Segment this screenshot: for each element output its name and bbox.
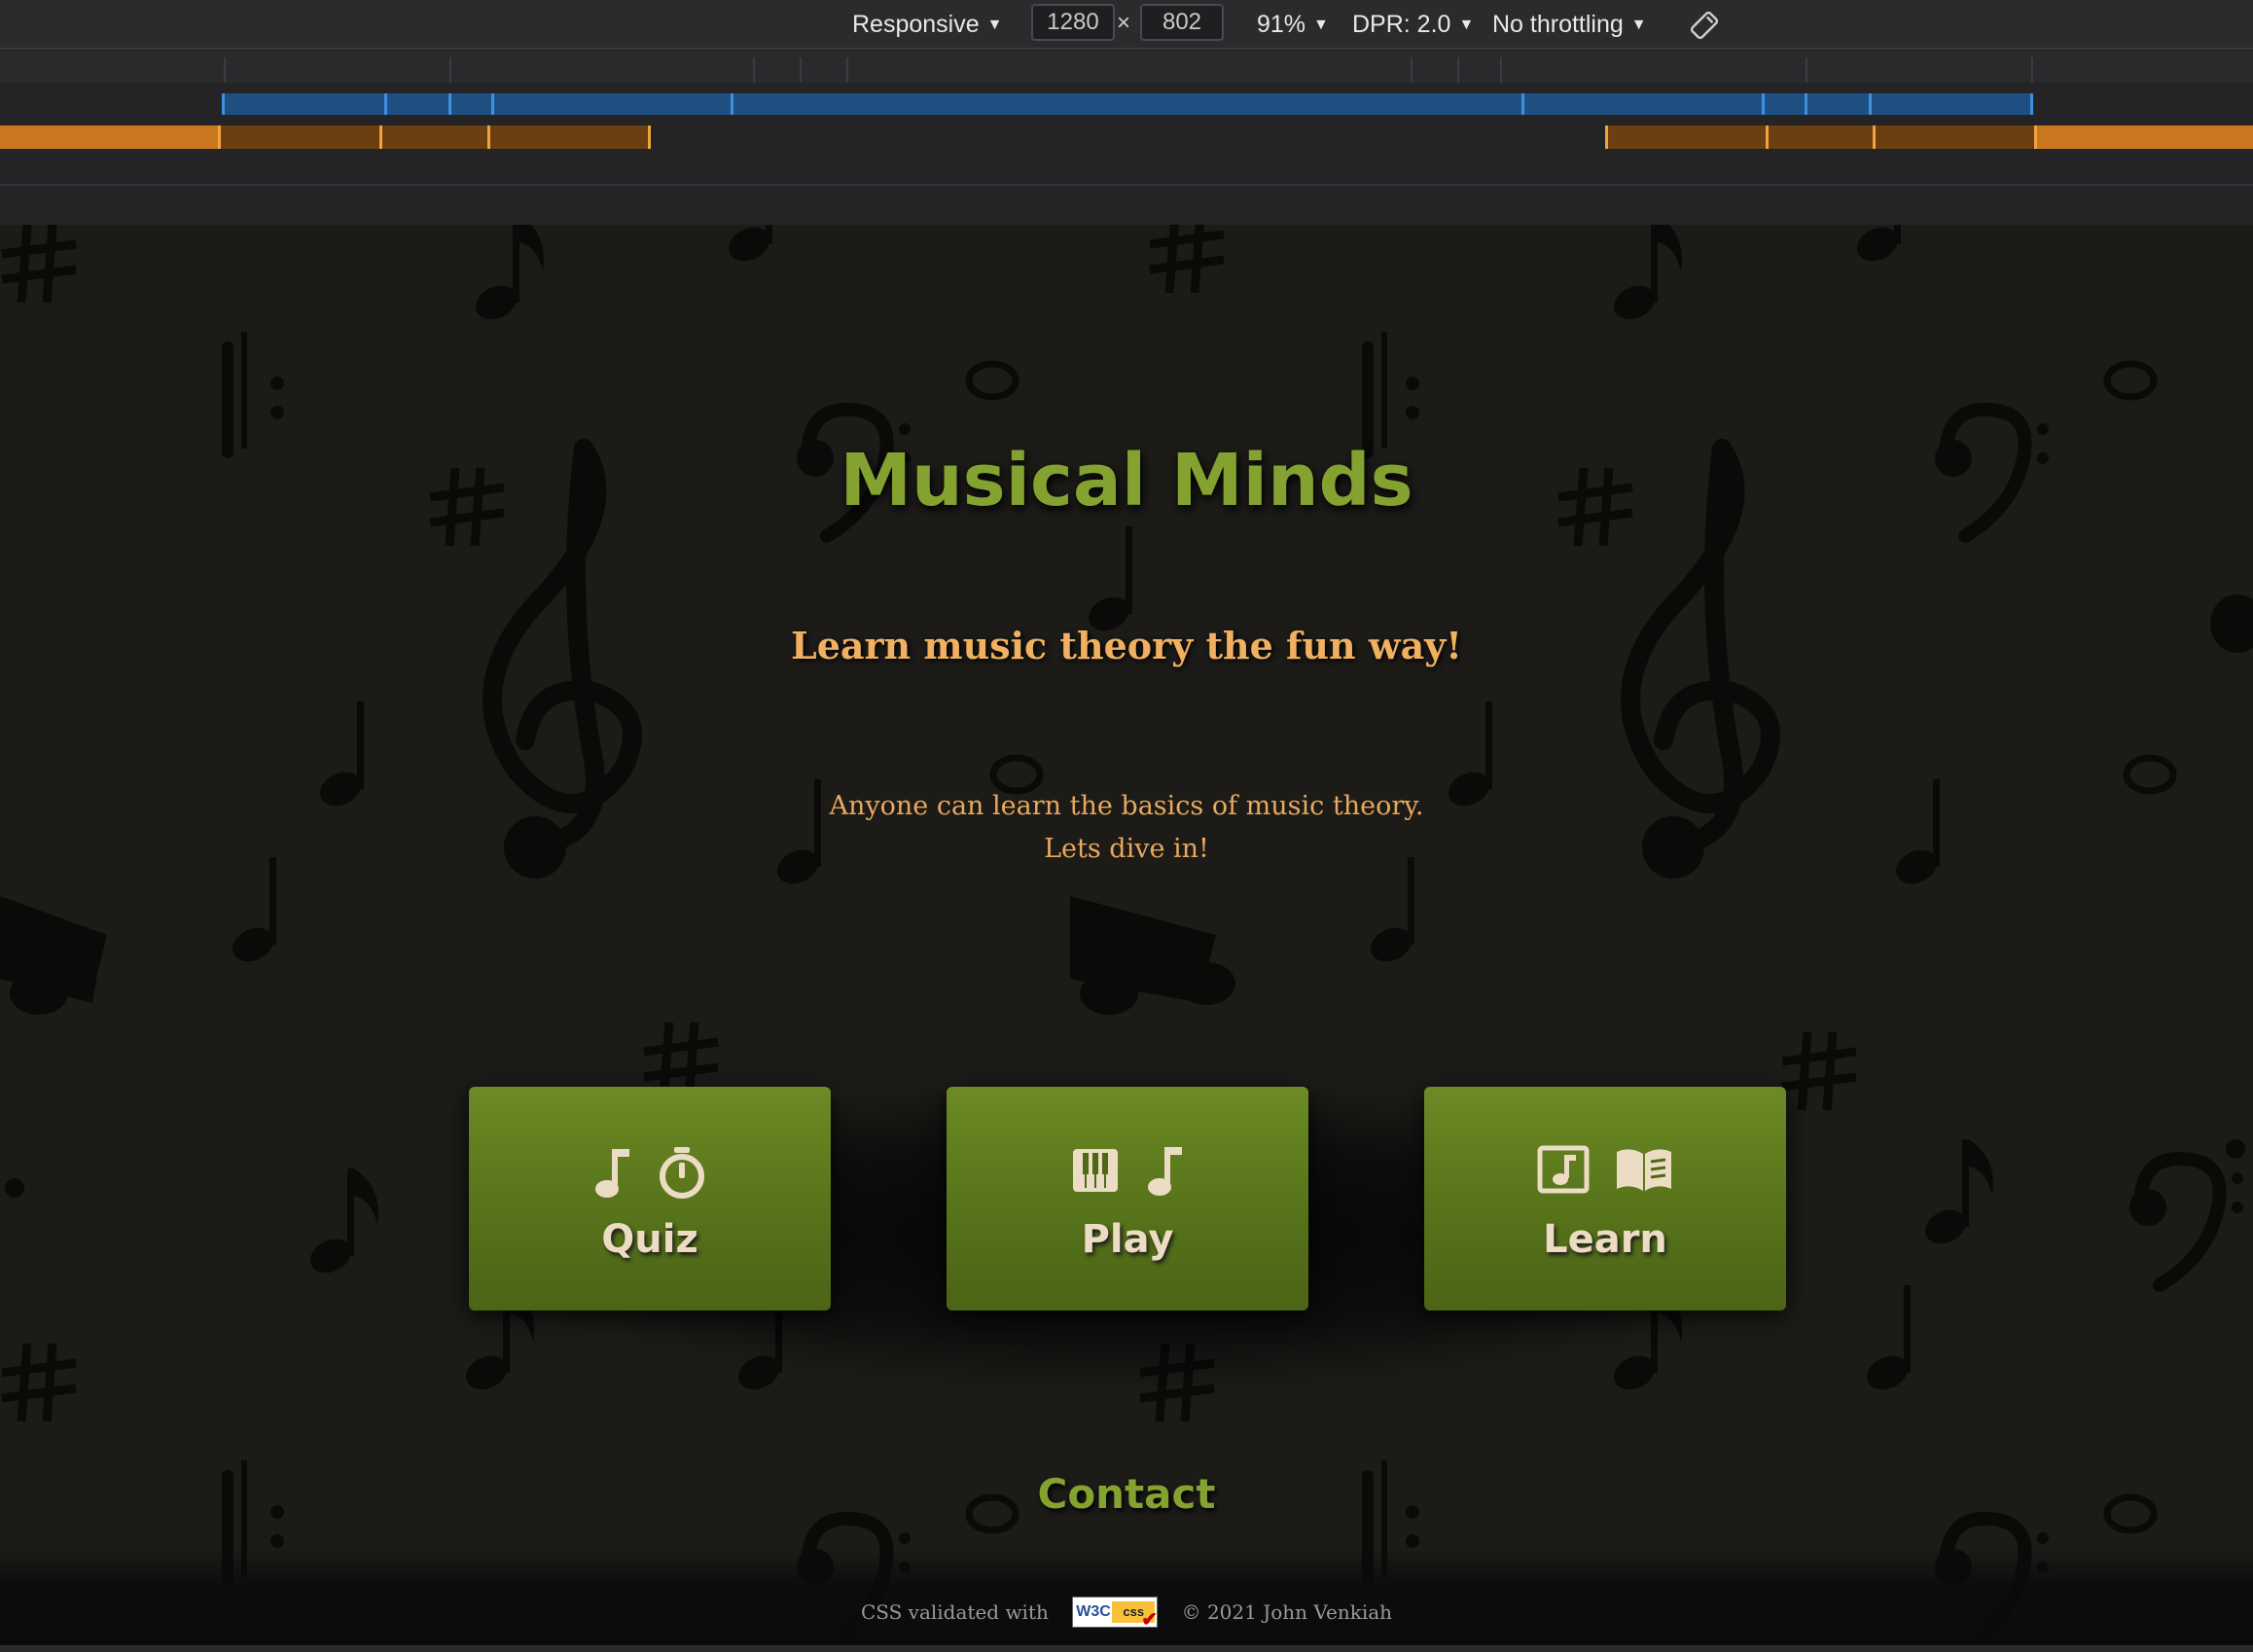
ruler-tick [2034,126,2037,149]
ruler-tick [1873,126,1876,149]
w3c-label: W3C [1076,1603,1111,1620]
ruler-segment [846,57,848,83]
ruler-tick [1805,93,1807,115]
ruler-segment [449,57,451,83]
learn-label: Learn [1543,1217,1667,1262]
book-open-icon [1616,1149,1671,1191]
play-button[interactable]: Play [947,1087,1308,1311]
zoom-label: 91% [1257,11,1306,38]
play-icons [947,1145,1308,1196]
page-viewport: Musical Minds Learn music theory the fun… [0,225,2253,1645]
learn-icons [1424,1145,1786,1194]
chevron-down-icon: ▼ [1458,17,1475,33]
chevron-down-icon: ▼ [986,17,1003,33]
quiz-icons [469,1145,831,1200]
music-note-icon [1147,1147,1182,1196]
ruler-tick [491,93,494,115]
throttling-dropdown[interactable]: No throttling ▼ [1492,8,1647,41]
ruler-segment [1500,57,1502,83]
tagline: Learn music theory the fun way! [791,624,1462,667]
ruler-tick [2030,93,2033,115]
ruler-tick [448,93,451,115]
intro-line-2: Lets dive in! [1044,834,1209,864]
ruler-tick [1605,126,1608,149]
min-width-query-bar[interactable] [220,126,650,149]
quiz-label: Quiz [601,1217,698,1262]
min-width-query-bar[interactable] [2035,126,2253,149]
ruler-tick [379,126,382,149]
chevron-down-icon: ▼ [1630,17,1647,33]
device-mode-dropdown[interactable]: Responsive ▼ [852,8,1002,41]
ruler-tick [218,126,221,149]
media-query-ruler [0,52,2253,225]
ruler-tick [1869,93,1872,115]
ruler-tick [487,126,490,149]
music-note-icon [595,1149,630,1198]
quiz-button[interactable]: Quiz [469,1087,831,1311]
ruler-tick [731,93,733,115]
piano-keys-icon [1073,1149,1119,1192]
bottom-strip [0,1645,2253,1652]
height-input[interactable]: 802 [1140,4,1224,41]
ruler-segment [753,57,755,83]
ruler-divider [0,184,2253,186]
ruler-segment [1457,57,1459,83]
copyright-text: © 2021 John Venkiah [1181,1600,1393,1624]
ruler-tick [384,93,387,115]
device-mode-label: Responsive [852,11,980,38]
ruler-segment [224,57,226,83]
stopwatch-icon [659,1147,704,1199]
music-notes-background [0,225,2253,1645]
device-toolbar: Responsive ▼ 1280 × 802 91% ▼ DPR: 2.0 ▼ No… [0,0,2253,50]
throttling-label: No throttling [1492,11,1624,38]
play-label: Play [1081,1217,1174,1262]
footer-text: CSS validated with W3C css ✔ © 2021 John… [0,1597,2253,1631]
chevron-down-icon: ▼ [1313,17,1329,33]
min-width-query-bar[interactable] [1605,126,2035,149]
min-width-query-bar[interactable] [0,126,220,149]
ruler-tick [1766,126,1769,149]
ruler-segment [2031,57,2033,83]
learn-button[interactable]: Learn [1424,1087,1786,1311]
dpr-label: DPR: 2.0 [1352,11,1451,38]
intro-text: Anyone can learn the basics of music the… [0,785,2253,871]
rotate-icon[interactable] [1689,10,1720,43]
width-input[interactable]: 1280 [1031,4,1115,41]
checkmark-icon: ✔ [1141,1609,1158,1631]
intro-line-1: Anyone can learn the basics of music the… [829,791,1424,821]
music-score-icon [1537,1145,1590,1194]
ruler-segment [1411,57,1413,83]
zoom-dropdown[interactable]: 91% ▼ [1257,8,1329,41]
css-validated-text: CSS validated with [860,1600,1049,1624]
ruler-tick [1762,93,1765,115]
ruler-segment [1806,57,1807,83]
contact-link[interactable]: Contact [0,1470,2253,1518]
ruler-tick [648,126,651,149]
ruler-tick [222,93,225,115]
site-title: Musical Minds [840,439,1413,522]
dimension-separator: × [1117,10,1131,36]
ruler-segment [800,57,802,83]
w3c-css-badge[interactable]: W3C css ✔ [1072,1597,1159,1631]
ruler-track [0,52,2253,83]
ruler-tick [1521,93,1524,115]
dpr-dropdown[interactable]: DPR: 2.0 ▼ [1352,8,1474,41]
